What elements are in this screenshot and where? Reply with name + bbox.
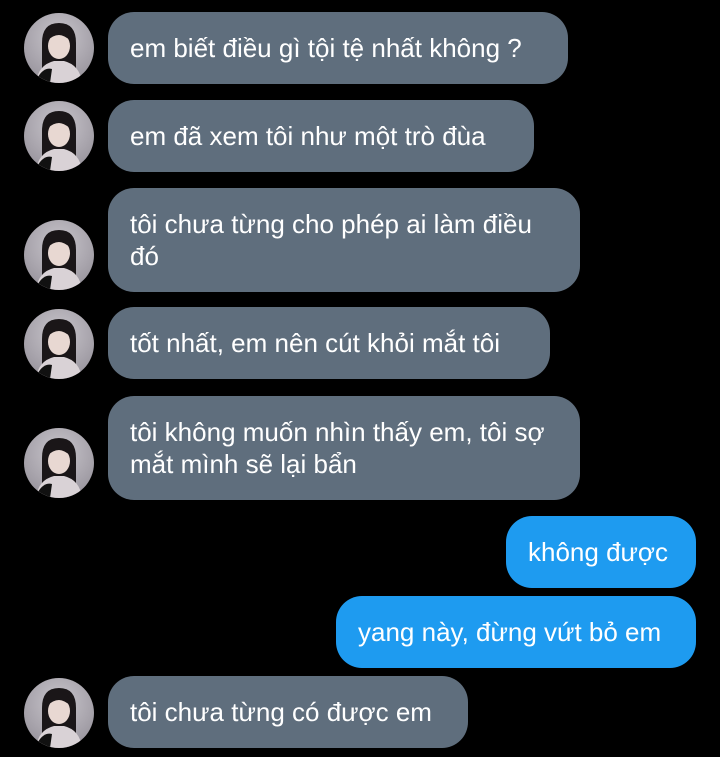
contact-avatar[interactable] [24, 101, 94, 171]
message-text: em đã xem tôi như một trò đùa [130, 121, 486, 151]
contact-avatar[interactable] [24, 678, 94, 748]
contact-avatar[interactable] [24, 220, 94, 290]
chat-thread: em biết điều gì tội tệ nhất không ? em đ… [0, 0, 720, 757]
avatar-portrait-icon [36, 111, 82, 171]
message-row-incoming: tôi chưa từng có được em [0, 676, 720, 748]
message-text: em biết điều gì tội tệ nhất không ? [130, 33, 522, 63]
message-row-outgoing: không được [0, 516, 720, 588]
avatar-portrait-icon [36, 688, 82, 748]
message-text: tốt nhất, em nên cút khỏi mắt tôi [130, 328, 500, 358]
message-row-incoming: tôi không muốn nhìn thấy em, tôi sợ mắt … [0, 396, 720, 500]
contact-avatar[interactable] [24, 309, 94, 379]
message-bubble-incoming[interactable]: tôi chưa từng cho phép ai làm điều đó [108, 188, 580, 292]
message-bubble-outgoing[interactable]: không được [506, 516, 696, 588]
avatar-portrait-icon [36, 23, 82, 83]
message-text: không được [528, 537, 668, 567]
message-row-incoming: tốt nhất, em nên cút khỏi mắt tôi [0, 307, 720, 379]
avatar-portrait-icon [36, 438, 82, 498]
message-bubble-incoming[interactable]: em đã xem tôi như một trò đùa [108, 100, 534, 172]
message-bubble-incoming[interactable]: em biết điều gì tội tệ nhất không ? [108, 12, 568, 84]
message-row-incoming: tôi chưa từng cho phép ai làm điều đó [0, 188, 720, 292]
contact-avatar[interactable] [24, 13, 94, 83]
message-bubble-incoming[interactable]: tốt nhất, em nên cút khỏi mắt tôi [108, 307, 550, 379]
message-text: tôi chưa từng cho phép ai làm điều đó [130, 209, 532, 271]
message-text: tôi không muốn nhìn thấy em, tôi sợ mắt … [130, 417, 545, 479]
message-bubble-outgoing[interactable]: yang này, đừng vứt bỏ em [336, 596, 696, 668]
message-bubble-incoming[interactable]: tôi chưa từng có được em [108, 676, 468, 748]
avatar-portrait-icon [36, 319, 82, 379]
contact-avatar[interactable] [24, 428, 94, 498]
message-row-incoming: em đã xem tôi như một trò đùa [0, 100, 720, 172]
message-row-outgoing: yang này, đừng vứt bỏ em [0, 596, 720, 668]
message-text: yang này, đừng vứt bỏ em [358, 617, 662, 647]
message-text: tôi chưa từng có được em [130, 697, 432, 727]
message-bubble-incoming[interactable]: tôi không muốn nhìn thấy em, tôi sợ mắt … [108, 396, 580, 500]
avatar-portrait-icon [36, 230, 82, 290]
message-row-incoming: em biết điều gì tội tệ nhất không ? [0, 12, 720, 84]
